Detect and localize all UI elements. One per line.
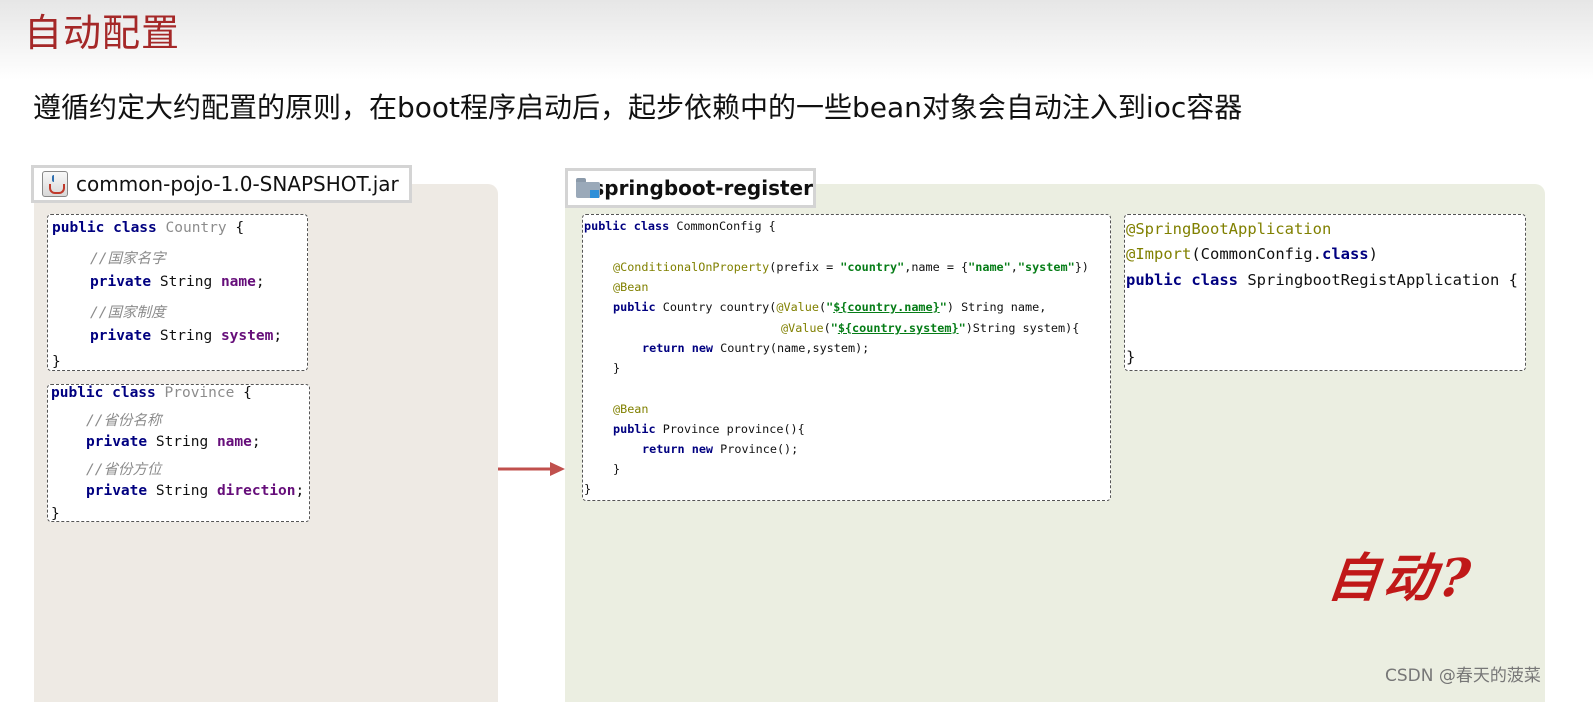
module-label: springboot-register	[592, 176, 813, 200]
slide-subtitle: 遵循约定大约配置的原则，在boot程序启动后，起步依赖中的一些bean对象会自动…	[33, 91, 1243, 124]
country-class-code: public class Country { //国家名字 private St…	[47, 214, 308, 371]
folder-module-icon	[576, 178, 601, 198]
flow-arrow-icon	[498, 462, 565, 476]
slide-title: 自动配置	[24, 11, 181, 55]
jar-label: common-pojo-1.0-SNAPSHOT.jar	[76, 172, 399, 196]
jar-label-tag: common-pojo-1.0-SNAPSHOT.jar	[31, 165, 412, 203]
common-config-code: public class CommonConfig { @Conditional…	[582, 214, 1111, 501]
slide-header-band	[0, 0, 1593, 80]
jar-file-icon	[42, 171, 68, 197]
province-class-code: public class Province { //省份名称 private S…	[47, 384, 310, 522]
auto-question-overlay: 自动?	[1324, 548, 1478, 609]
csdn-watermark: CSDN @春天的菠菜	[1385, 666, 1541, 686]
module-label-tag: springboot-register	[565, 168, 816, 208]
application-class-code: @SpringBootApplication @Import(CommonCon…	[1124, 214, 1526, 371]
